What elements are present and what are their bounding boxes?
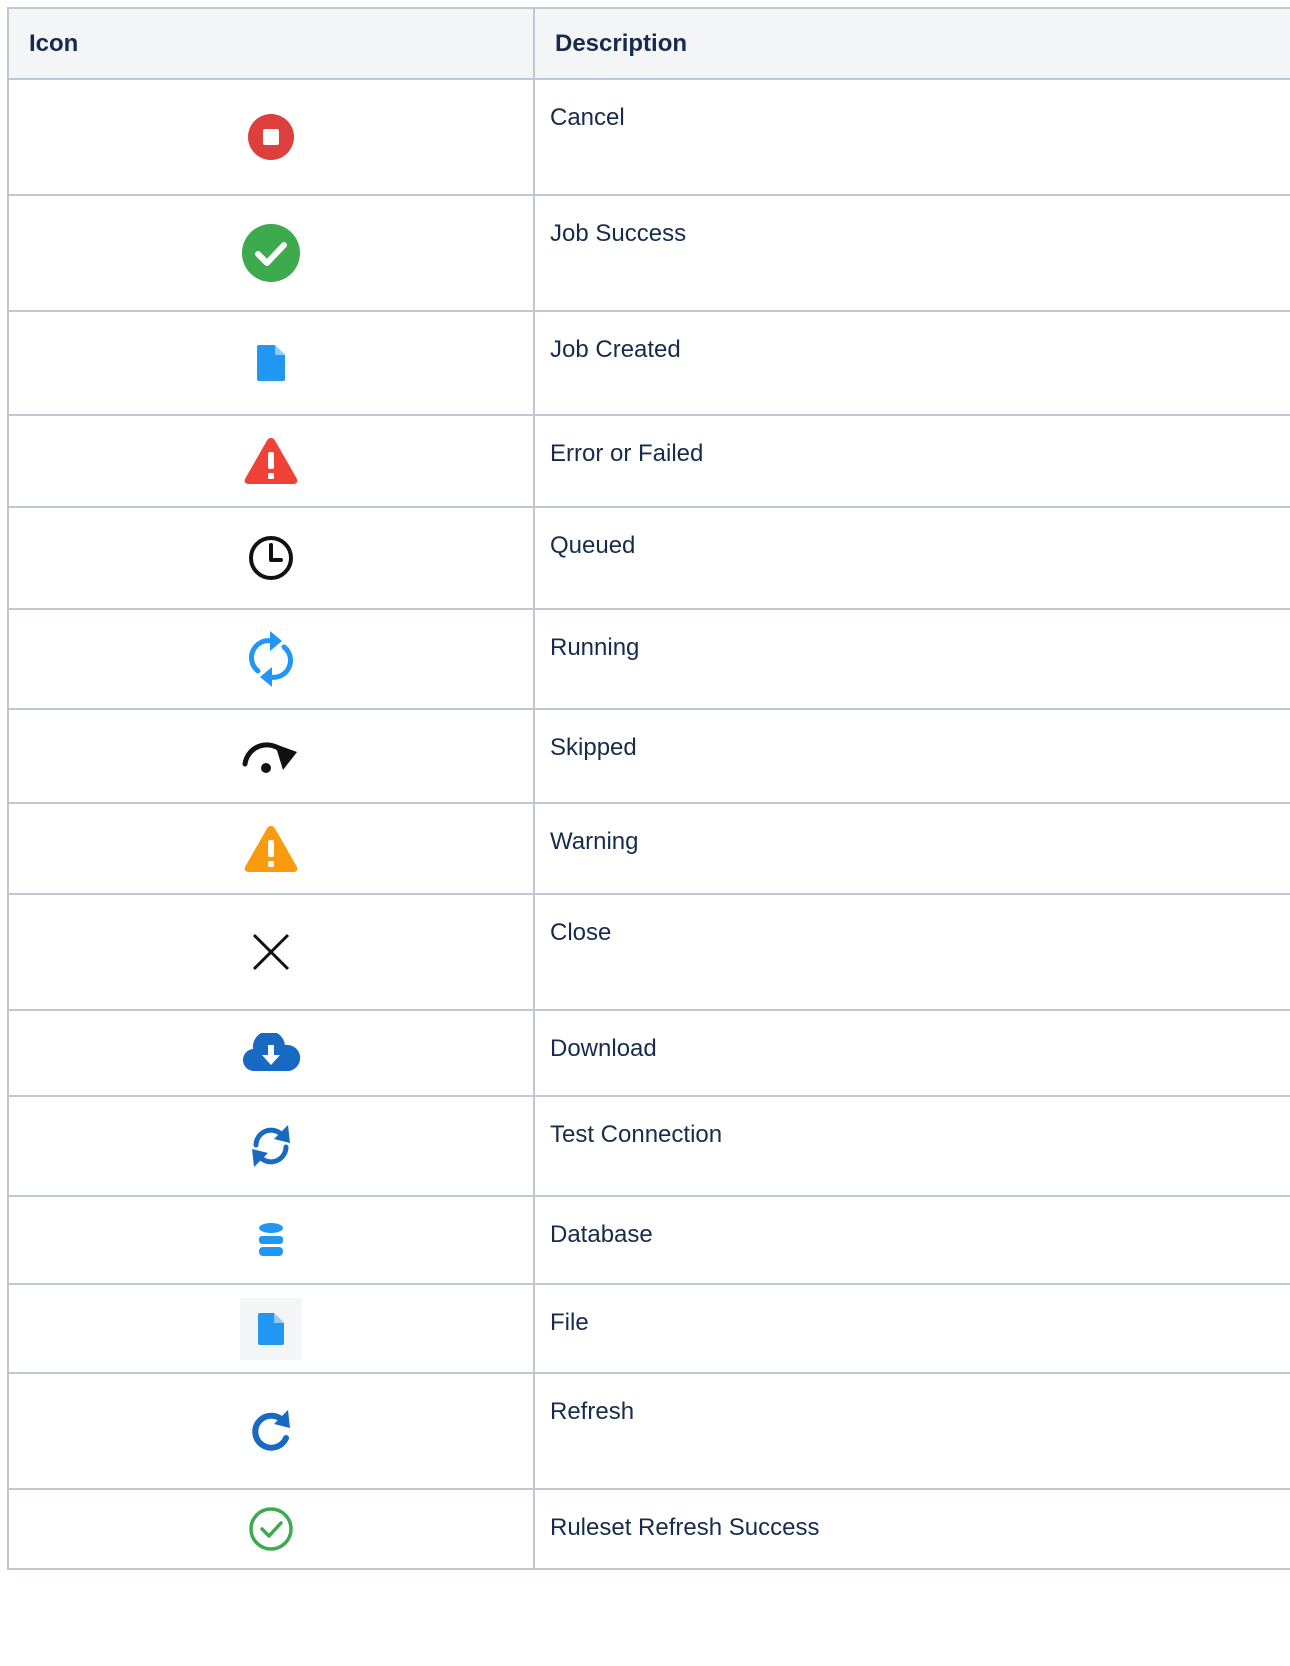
table-row: Database bbox=[7, 1195, 1290, 1285]
description-cell: Error or Failed bbox=[533, 414, 1290, 508]
description-cell: Cancel bbox=[533, 78, 1290, 196]
table-row: Refresh bbox=[7, 1372, 1290, 1490]
database-icon bbox=[259, 1223, 283, 1256]
icon-cell bbox=[7, 1009, 535, 1097]
refresh-icon bbox=[252, 1410, 290, 1451]
table-row: Cancel bbox=[7, 78, 1290, 196]
error-icon bbox=[244, 438, 298, 484]
table-row: Running bbox=[7, 608, 1290, 710]
table-row: Close bbox=[7, 893, 1290, 1011]
file-icon bbox=[258, 1312, 284, 1345]
description-cell: Ruleset Refresh Success bbox=[533, 1488, 1290, 1570]
table-row: Test Connection bbox=[7, 1095, 1290, 1197]
icon-cell bbox=[7, 1095, 535, 1197]
close-icon bbox=[252, 933, 290, 971]
description-cell: Job Success bbox=[533, 194, 1290, 312]
icon-cell bbox=[7, 1195, 535, 1285]
description-cell: Job Created bbox=[533, 310, 1290, 416]
description-cell: File bbox=[533, 1283, 1290, 1374]
running-icon bbox=[249, 631, 293, 687]
table-row: Queued bbox=[7, 506, 1290, 610]
table-header-row: Icon Description bbox=[7, 7, 1290, 80]
description-cell: Test Connection bbox=[533, 1095, 1290, 1197]
table-row: Job Success bbox=[7, 194, 1290, 312]
table-row: Job Created bbox=[7, 310, 1290, 416]
table-row: Download bbox=[7, 1009, 1290, 1097]
description-cell: Close bbox=[533, 893, 1290, 1011]
icon-cell bbox=[7, 1372, 535, 1490]
icon-cell bbox=[7, 1488, 535, 1570]
description-cell: Download bbox=[533, 1009, 1290, 1097]
icon-cell bbox=[7, 802, 535, 895]
icon-cell bbox=[7, 608, 535, 710]
description-cell: Skipped bbox=[533, 708, 1290, 804]
job-success-icon bbox=[242, 224, 300, 282]
warning-icon bbox=[244, 825, 298, 872]
table-row: Ruleset Refresh Success bbox=[7, 1488, 1290, 1570]
description-column-header: Description bbox=[533, 7, 1290, 80]
table-row: Error or Failed bbox=[7, 414, 1290, 508]
description-cell: Queued bbox=[533, 506, 1290, 610]
table-row: Skipped bbox=[7, 708, 1290, 804]
icon-cell bbox=[7, 708, 535, 804]
description-cell: Running bbox=[533, 608, 1290, 710]
icon-cell bbox=[7, 893, 535, 1011]
icon-cell bbox=[7, 310, 535, 416]
table-row: Warning bbox=[7, 802, 1290, 895]
icon-cell bbox=[7, 194, 535, 312]
description-cell: Refresh bbox=[533, 1372, 1290, 1490]
icon-column-header: Icon bbox=[7, 7, 535, 80]
download-icon bbox=[242, 1033, 301, 1072]
cancel-icon bbox=[248, 114, 294, 160]
icon-cell bbox=[7, 506, 535, 610]
icon-cell bbox=[7, 78, 535, 196]
queued-icon bbox=[249, 536, 293, 580]
test-connection-icon bbox=[252, 1125, 290, 1167]
skipped-icon bbox=[242, 742, 297, 773]
icon-cell bbox=[7, 414, 535, 508]
description-cell: Database bbox=[533, 1195, 1290, 1285]
job-created-icon bbox=[257, 345, 285, 381]
description-cell: Warning bbox=[533, 802, 1290, 895]
icon-cell bbox=[7, 1283, 535, 1374]
table-row: File bbox=[7, 1283, 1290, 1374]
ruleset-refresh-success-icon bbox=[249, 1507, 293, 1551]
icon-legend-table: Icon Description Cancel Job Success Job … bbox=[7, 7, 1290, 1570]
